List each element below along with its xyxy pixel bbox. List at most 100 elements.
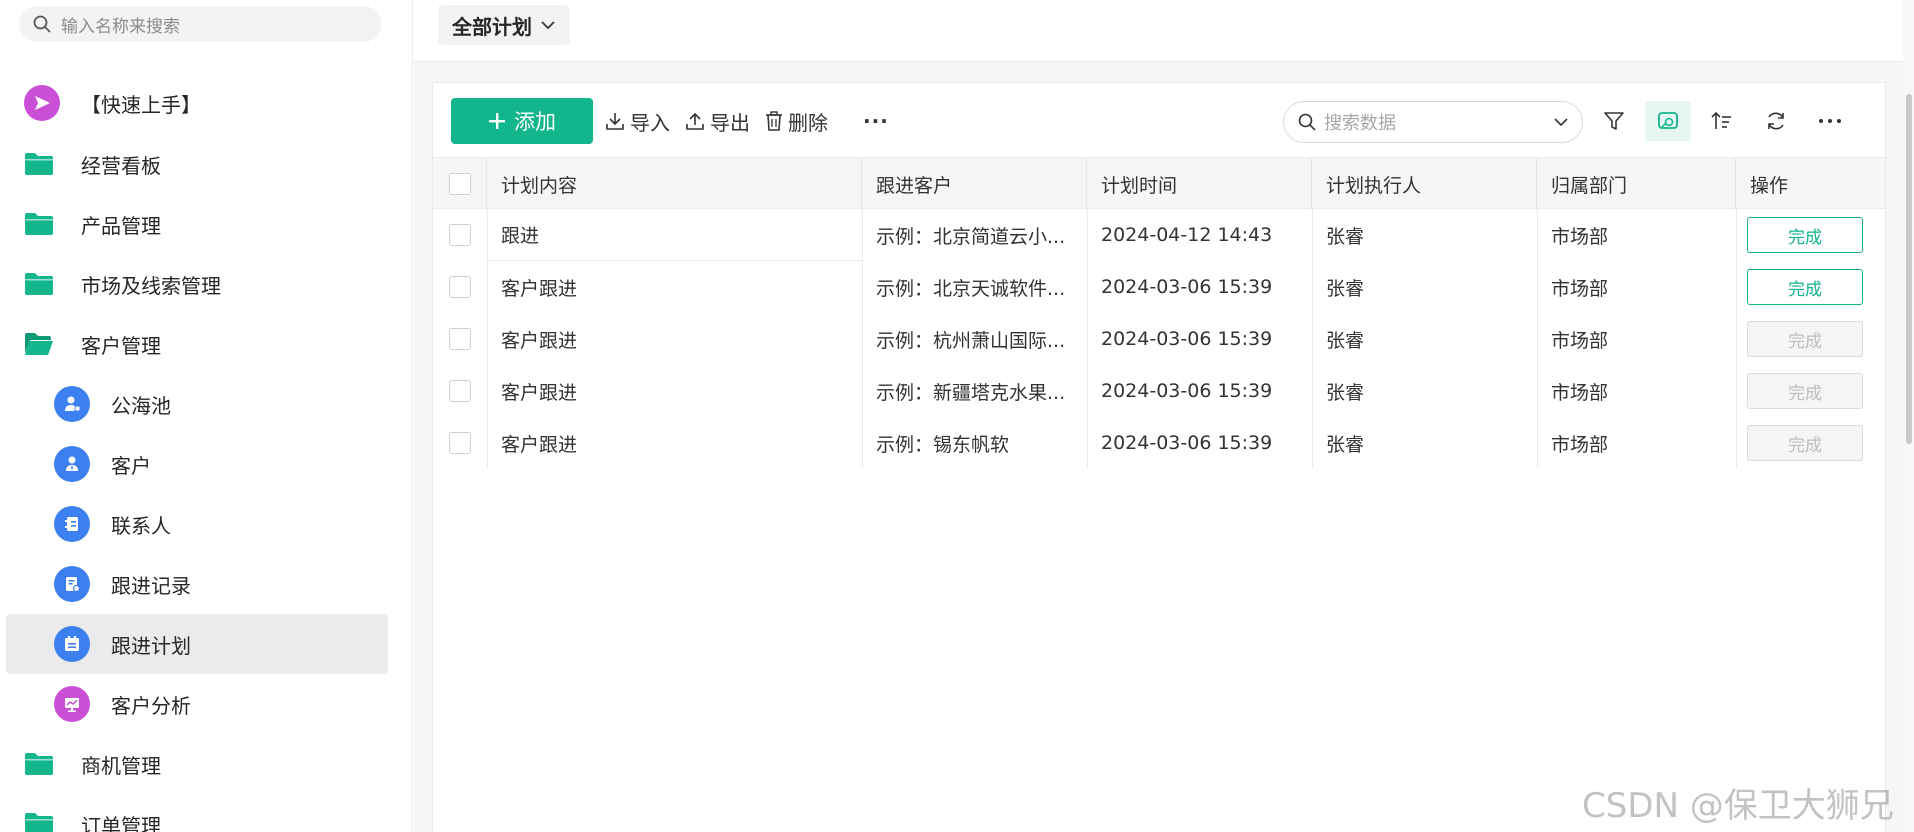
sidebar-search-placeholder: 输入名称来搜索	[61, 16, 180, 37]
add-button-label: 添加	[514, 110, 556, 134]
view-select[interactable]: 全部计划	[438, 5, 570, 45]
download-icon	[606, 113, 624, 130]
sidebar-item-customer-mgmt[interactable]: 客户管理	[6, 314, 388, 374]
dept-cell: 市场部	[1551, 277, 1609, 300]
table-row[interactable]: 跟进 示例：北京简道云小... 2024-04-12 14:43 张睿 市场部 …	[433, 209, 1885, 261]
column-header[interactable]: 计划执行人	[1312, 158, 1537, 210]
plan-time-cell: 2024-03-06 15:39	[1101, 276, 1273, 298]
content-area: 添加 导入 导出 删除 ··· 搜索数据 计划内容 跟进客户 计划时间 计划执行…	[414, 62, 1904, 832]
sidebar-item-follow-records[interactable]: 跟进记录	[6, 554, 388, 614]
filter-button[interactable]	[1591, 101, 1637, 141]
sidebar-item-label: 跟进计划	[111, 633, 191, 658]
sidebar-item-label: 【快速上手】	[81, 92, 201, 117]
plan-time-cell: 2024-03-06 15:39	[1101, 380, 1273, 402]
sidebar-item-product[interactable]: 产品管理	[6, 194, 388, 254]
column-header[interactable]: 计划内容	[487, 158, 862, 210]
select-all-checkbox[interactable]	[449, 173, 471, 195]
row-checkbox[interactable]	[449, 276, 471, 298]
column-header[interactable]: 计划时间	[1087, 158, 1312, 210]
customer-cell[interactable]: 示例：北京简道云小...	[862, 209, 1087, 261]
trash-icon	[766, 111, 782, 131]
add-button[interactable]: 添加	[451, 98, 593, 144]
plus-icon	[489, 113, 505, 129]
sidebar-item-follow-plan[interactable]: 跟进计划	[6, 614, 388, 674]
search-data-placeholder: 搜索数据	[1324, 113, 1396, 134]
customer-cell[interactable]: 示例：新疆塔克水果...	[862, 365, 1087, 417]
export-button[interactable]: 导出	[685, 103, 750, 139]
sidebar-item-label: 客户管理	[81, 333, 161, 358]
complete-button[interactable]: 完成	[1747, 269, 1863, 305]
sidebar-item-label: 联系人	[111, 513, 171, 538]
sidebar-item-quick-start[interactable]: 【快速上手】	[6, 73, 388, 133]
column-divider	[1087, 209, 1088, 469]
column-header: 操作	[1750, 174, 1789, 197]
sidebar-search-input[interactable]: 输入名称来搜索	[19, 6, 382, 42]
sidebar-item-label: 经营看板	[81, 153, 161, 178]
user-pool-icon	[54, 386, 90, 422]
table-row[interactable]: 客户跟进 示例：北京天诚软件... 2024-03-06 15:39 张睿 市场…	[433, 261, 1885, 313]
table-header: 计划内容 跟进客户 计划时间 计划执行人 归属部门 操作	[433, 157, 1885, 210]
search-data-input[interactable]: 搜索数据	[1283, 101, 1583, 143]
customer-cell[interactable]: 示例：杭州萧山国际...	[862, 313, 1087, 365]
table-row[interactable]: 客户跟进 示例：锡东帆软 2024-03-06 15:39 张睿 市场部 完成	[433, 417, 1885, 469]
chevron-down-icon	[1554, 117, 1568, 126]
sidebar-item-public-pool[interactable]: 公海池	[6, 374, 388, 434]
sidebar-item-opportunity[interactable]: 商机管理	[6, 734, 388, 794]
sidebar-item-market-leads[interactable]: 市场及线索管理	[6, 254, 388, 314]
column-header[interactable]: 跟进客户	[862, 158, 1087, 210]
view-select-label: 全部计划	[452, 14, 532, 39]
toolbar: 添加 导入 导出 删除 ··· 搜索数据	[433, 83, 1885, 157]
send-icon	[24, 85, 60, 121]
table-row[interactable]: 客户跟进 示例：杭州萧山国际... 2024-03-06 15:39 张睿 市场…	[433, 313, 1885, 365]
complete-button[interactable]: 完成	[1747, 217, 1863, 253]
column-header[interactable]: 归属部门	[1537, 158, 1736, 210]
topbar: 全部计划	[414, 0, 1904, 62]
sidebar: 输入名称来搜索 【快速上手】 经营看板 产品管理 市场及线索管理 客户管理 公海…	[0, 0, 413, 832]
sidebar-item-label: 商机管理	[81, 753, 161, 778]
column-divider	[862, 209, 863, 469]
column-divider	[1312, 209, 1313, 469]
delete-button[interactable]: 删除	[765, 103, 828, 139]
table-row[interactable]: 客户跟进 示例：新疆塔克水果... 2024-03-06 15:39 张睿 市场…	[433, 365, 1885, 417]
watermark: CSDN @保卫大狮兄	[1582, 786, 1894, 826]
plan-time-cell: 2024-03-06 15:39	[1101, 328, 1273, 350]
folder-icon	[24, 812, 54, 832]
more-options-button[interactable]	[1807, 101, 1853, 141]
import-button[interactable]: 导入	[605, 103, 670, 139]
row-checkbox[interactable]	[449, 432, 471, 454]
sort-button[interactable]	[1699, 101, 1745, 141]
sidebar-item-label: 公海池	[111, 393, 171, 418]
more-actions-label: ···	[863, 109, 889, 133]
row-checkbox[interactable]	[449, 328, 471, 350]
sidebar-item-customer[interactable]: 客户	[6, 434, 388, 494]
column-divider	[1537, 209, 1538, 469]
sidebar-item-dashboard[interactable]: 经营看板	[6, 134, 388, 194]
sidebar-item-label: 跟进记录	[111, 573, 191, 598]
executor-cell: 张睿	[1326, 433, 1365, 456]
data-card: 添加 导入 导出 删除 ··· 搜索数据 计划内容 跟进客户 计划时间 计划执行…	[432, 82, 1886, 832]
chevron-down-icon	[541, 21, 555, 30]
row-checkbox[interactable]	[449, 380, 471, 402]
executor-cell: 张睿	[1326, 329, 1365, 352]
refresh-button[interactable]	[1753, 101, 1799, 141]
sidebar-item-contacts[interactable]: 联系人	[6, 494, 388, 554]
import-button-label: 导入	[630, 110, 670, 135]
complete-button: 完成	[1747, 321, 1863, 357]
search-icon	[1298, 113, 1316, 131]
row-checkbox[interactable]	[449, 224, 471, 246]
search-icon	[33, 15, 51, 33]
delete-button-label: 删除	[788, 110, 828, 135]
filter-icon	[1604, 112, 1624, 130]
view-toggle-button[interactable]	[1645, 101, 1691, 141]
sidebar-item-orders[interactable]: 订单管理	[6, 794, 388, 832]
customer-cell[interactable]: 示例：锡东帆软	[862, 417, 1087, 469]
sidebar-item-label: 订单管理	[81, 813, 161, 832]
sidebar-item-customer-analysis[interactable]: 客户分析	[6, 674, 388, 734]
executor-cell: 张睿	[1326, 225, 1365, 248]
more-actions-button[interactable]: ···	[863, 103, 889, 139]
sidebar-item-label: 市场及线索管理	[81, 273, 221, 298]
record-icon	[54, 566, 90, 602]
column-divider	[1736, 209, 1737, 469]
customer-cell[interactable]: 示例：北京天诚软件...	[862, 261, 1087, 313]
scrollbar-thumb[interactable]	[1906, 94, 1912, 444]
